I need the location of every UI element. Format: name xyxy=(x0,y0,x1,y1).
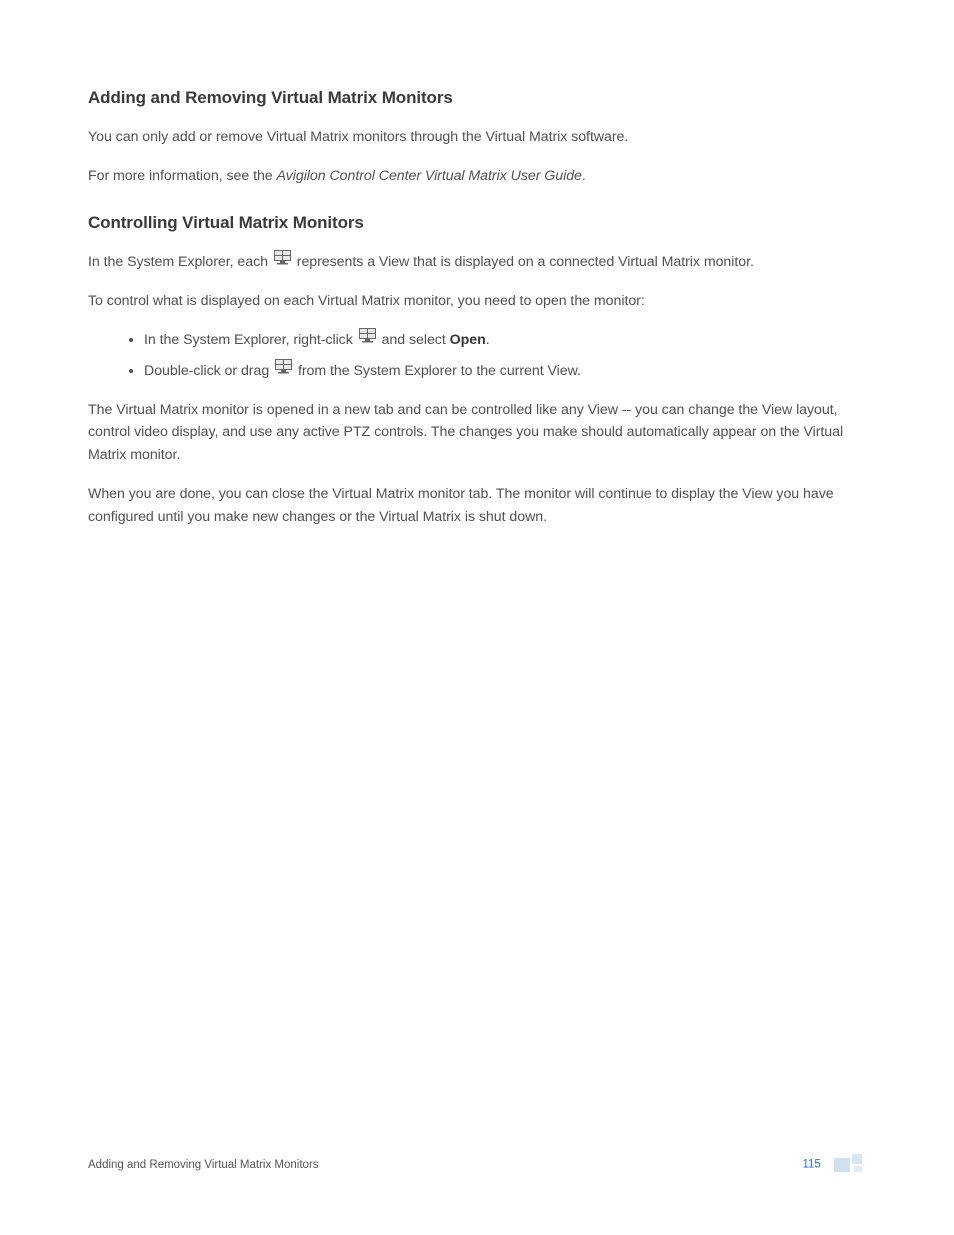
monitor-grid-icon xyxy=(359,328,376,351)
paragraph: For more information, see the Avigilon C… xyxy=(88,165,866,188)
page-footer: Adding and Removing Virtual Matrix Monit… xyxy=(88,1154,866,1175)
footer-right: 115 xyxy=(802,1154,866,1175)
heading-controlling: Controlling Virtual Matrix Monitors xyxy=(88,213,866,233)
instruction-list: In the System Explorer, right-click and … xyxy=(144,329,866,383)
text-run: Double-click or drag xyxy=(144,363,273,379)
footer-section-title: Adding and Removing Virtual Matrix Monit… xyxy=(88,1159,319,1171)
text-run: from the System Explorer to the current … xyxy=(294,363,581,379)
paragraph: In the System Explorer, each represents … xyxy=(88,251,866,274)
text-run: In the System Explorer, right-click xyxy=(144,332,357,348)
paragraph: To control what is displayed on each Vir… xyxy=(88,290,866,313)
heading-adding-removing: Adding and Removing Virtual Matrix Monit… xyxy=(88,88,866,108)
text-run: . xyxy=(486,332,490,348)
text-run: and select xyxy=(378,332,450,348)
paragraph: You can only add or remove Virtual Matri… xyxy=(88,126,866,149)
footer-decoration-icon xyxy=(834,1154,866,1175)
page-number: 115 xyxy=(802,1159,820,1171)
text-run: . xyxy=(582,168,586,184)
list-item: In the System Explorer, right-click and … xyxy=(144,329,866,352)
text-run: For more information, see the xyxy=(88,168,277,184)
paragraph: The Virtual Matrix monitor is opened in … xyxy=(88,399,866,467)
text-run: represents a View that is displayed on a… xyxy=(293,255,754,271)
monitor-grid-icon xyxy=(275,359,292,382)
bold-text: Open xyxy=(450,332,486,348)
text-run: In the System Explorer, each xyxy=(88,255,272,271)
reference-title: Avigilon Control Center Virtual Matrix U… xyxy=(277,168,582,184)
document-page: Adding and Removing Virtual Matrix Monit… xyxy=(0,0,954,1235)
paragraph: When you are done, you can close the Vir… xyxy=(88,483,866,528)
list-item: Double-click or drag from the System Exp… xyxy=(144,360,866,383)
monitor-grid-icon xyxy=(274,250,291,273)
